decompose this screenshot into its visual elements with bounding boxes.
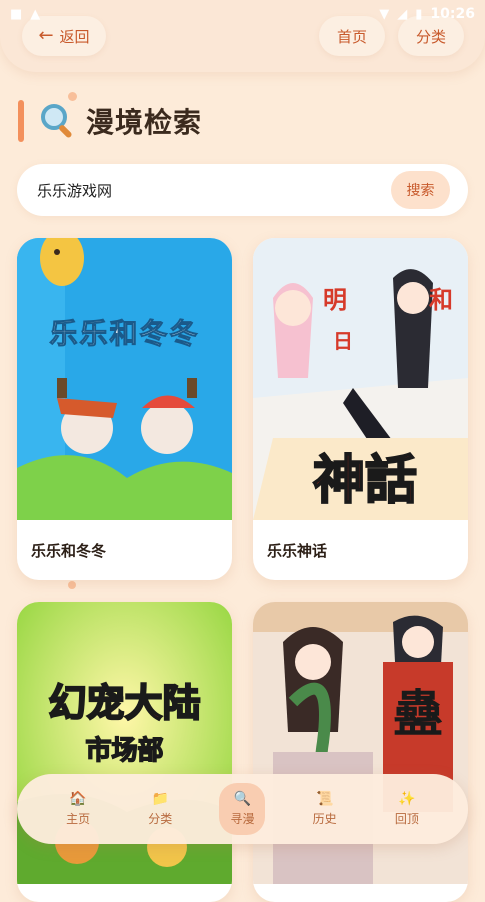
manga-card[interactable]: 幻宠大陆 市场部 — [17, 602, 232, 902]
scroll-icon: 📜 — [315, 790, 334, 807]
cover-text: 乐乐和冬冬 — [49, 317, 200, 351]
nav-label: 寻漫 — [230, 811, 255, 826]
title-accent-bar — [18, 100, 24, 142]
home-label: 首页 — [336, 27, 367, 46]
search-box: 搜索 — [17, 164, 468, 216]
wifi-icon: ▼ — [379, 6, 390, 22]
cover-text: 神話 — [312, 449, 418, 512]
nav-label: 历史 — [312, 811, 337, 826]
svg-text:和: 和 — [429, 285, 453, 314]
home-icon: 🏠 — [69, 790, 87, 807]
svg-text:日: 日 — [333, 329, 353, 353]
search-icon: 🔍 — [233, 790, 252, 807]
cover-text: 蠱 — [393, 684, 443, 743]
nav-label: 回顶 — [394, 811, 419, 826]
search-button[interactable]: 搜索 — [391, 171, 450, 209]
status-left: ■ ▲ — [10, 7, 40, 22]
notification-icon: ■ — [10, 6, 23, 22]
signal-icon: ◢ — [397, 6, 408, 22]
cover-text: 幻宠大陆 — [47, 680, 201, 726]
manga-title: 乐乐和冬冬 — [31, 541, 107, 560]
folder-icon: 📁 — [151, 790, 169, 807]
status-bar: ■ ▲ ▼ ◢ ▮ 10:26 — [0, 0, 485, 28]
nav-item-category[interactable]: 📁 分类 — [137, 783, 183, 835]
nav-label: 主页 — [66, 811, 91, 826]
back-label: 返回 — [59, 27, 90, 46]
search-input[interactable] — [35, 180, 379, 200]
manga-title: 乐乐神话 — [267, 541, 328, 560]
nav-item-home[interactable]: 🏠 主页 — [55, 783, 101, 835]
category-label: 分类 — [415, 27, 446, 46]
manga-card[interactable]: 乐乐和冬冬 乐乐和冬冬 — [17, 238, 232, 580]
arrow-left-icon: ← — [38, 25, 54, 46]
page-title: 漫境检索 — [86, 106, 203, 139]
magnifier-icon — [41, 104, 72, 138]
status-time: 10:26 — [430, 6, 475, 22]
sparkle-icon: ✨ — [398, 790, 416, 807]
android-icon: ▲ — [30, 6, 41, 22]
svg-text:明: 明 — [323, 285, 347, 314]
nav-item-history[interactable]: 📜 历史 — [302, 783, 348, 835]
manga-card[interactable]: 蠱 — [253, 602, 468, 902]
decor-dot — [68, 581, 76, 589]
nav-item-search[interactable]: 🔍 寻漫 — [219, 783, 266, 835]
status-right: ▼ ◢ ▮ 10:26 — [379, 6, 475, 22]
nav-label: 分类 — [148, 811, 173, 826]
manga-cover: 明 日 和 神話 — [253, 238, 468, 520]
page-title-block: 漫境检索 — [18, 100, 202, 142]
manga-card[interactable]: 明 日 和 神話 乐乐神话 — [253, 238, 468, 580]
manga-cover: 乐乐和冬冬 — [17, 238, 232, 520]
battery-icon: ▮ — [415, 6, 423, 22]
cover-subtext: 市场部 — [85, 735, 165, 767]
nav-item-top[interactable]: ✨ 回顶 — [384, 783, 430, 835]
bottom-nav: 🏠 主页 📁 分类 🔍 寻漫 📜 历史 ✨ 回顶 — [17, 774, 468, 844]
